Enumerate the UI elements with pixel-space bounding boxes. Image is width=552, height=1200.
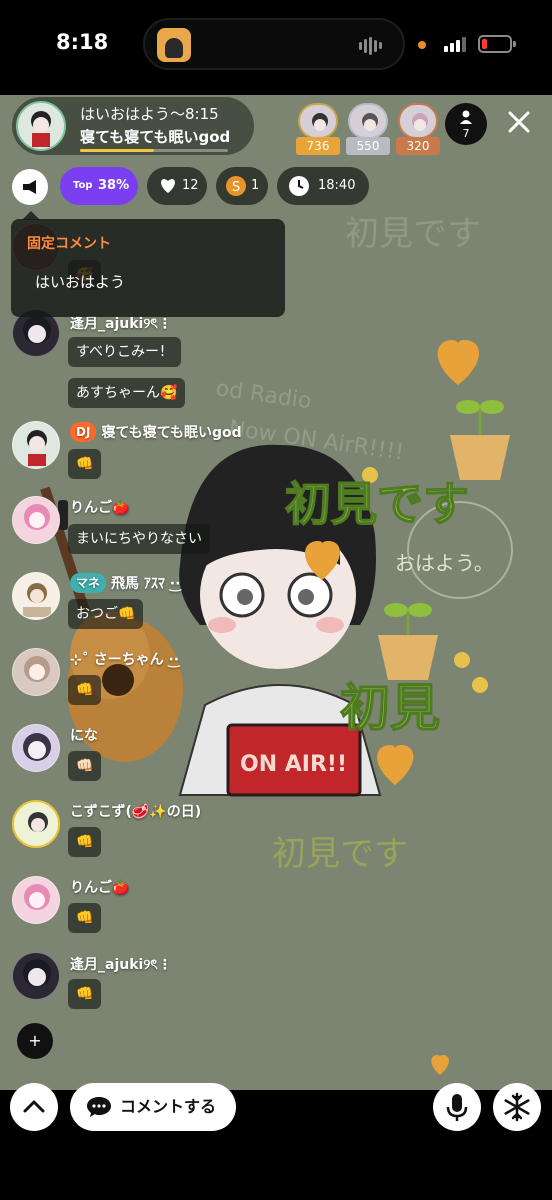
bg-text-center-big: 初見です: [285, 477, 469, 531]
bg-text-center-small: おはよう。: [395, 551, 494, 575]
supporter-score: 736: [296, 137, 340, 155]
supporter-score: 320: [396, 137, 440, 155]
comment-avatar[interactable]: [12, 876, 60, 924]
add-button[interactable]: +: [17, 1023, 53, 1059]
expand-button[interactable]: [10, 1083, 58, 1131]
coins-count: 1: [251, 178, 260, 193]
battery-icon: [478, 35, 512, 53]
comment-message: 👊🏻: [68, 751, 102, 781]
comment-message: すべりこみー！: [68, 337, 182, 367]
plus-icon: +: [28, 1031, 42, 1050]
top-supporter-1[interactable]: 736: [296, 103, 340, 157]
comment-avatar[interactable]: [12, 648, 60, 696]
megaphone-button[interactable]: [12, 169, 48, 205]
stream-timer: 18:40: [318, 178, 356, 193]
comment-message: 👊: [68, 675, 102, 705]
host-info-pill[interactable]: はいおはよう～8:15 寝ても寝ても眠いgod: [12, 97, 254, 155]
bg-text-bottom: 初見です: [272, 834, 408, 874]
microphone-icon: [446, 1094, 468, 1121]
comment-author[interactable]: ⊹˚ さーちゃん ·͜·: [70, 649, 179, 669]
comment-message: あすちゃーん🥰: [68, 378, 186, 408]
comment-message: まいにちやりなさい: [68, 524, 210, 554]
svg-text:S: S: [232, 180, 240, 195]
clock-icon: [289, 176, 309, 196]
supporter-score: 550: [346, 137, 390, 155]
viewer-count: 7: [462, 127, 470, 140]
stream-title: はいおはよう～8:15: [80, 105, 219, 123]
comment-author[interactable]: こずこず(🥩✨の日): [70, 801, 201, 821]
live-stream-area: 初見です od Radio Now ON AirR!!!! ON AIR!! 初…: [0, 95, 552, 1090]
signal-icon: [444, 36, 468, 52]
comment-author-row[interactable]: DJ 寝ても寝ても眠いgod: [70, 422, 242, 442]
chat-bubble-icon: [87, 1097, 111, 1117]
comment-button-label: コメントする: [120, 1097, 217, 1116]
mic-button[interactable]: [433, 1083, 481, 1131]
comment-author: 飛馬 ｱｽﾏ ·͜·: [111, 576, 181, 592]
heart-icon: [161, 179, 175, 193]
dynamic-island[interactable]: [143, 18, 405, 70]
comment-message: 👊: [68, 449, 102, 479]
top-percent: 38%: [98, 178, 130, 193]
likes-chip[interactable]: 12: [147, 167, 207, 205]
dj-badge: DJ: [70, 422, 97, 442]
comment-message: 👊: [68, 903, 102, 933]
comment-message: 👊: [68, 979, 102, 1009]
comment-author[interactable]: にな: [70, 725, 98, 745]
timer-chip[interactable]: 18:40: [277, 167, 369, 205]
status-time: 8:18: [56, 30, 109, 54]
comment-avatar[interactable]: [12, 496, 60, 544]
likes-count: 12: [182, 178, 199, 193]
pinned-comment[interactable]: 固定コメント はいおはよう: [11, 219, 285, 317]
comment-author: 寝ても寝ても眠いgod: [101, 425, 242, 441]
effects-button[interactable]: [493, 1083, 541, 1131]
host-avatar[interactable]: [16, 101, 66, 151]
viewer-count-button[interactable]: 7: [445, 103, 487, 145]
close-icon[interactable]: [504, 107, 534, 137]
on-air-sign-text: ON AIR!!: [240, 752, 347, 777]
coins-chip[interactable]: S 1: [216, 167, 268, 205]
top-rank-chip[interactable]: Top 38%: [60, 167, 138, 205]
megaphone-icon: [23, 180, 36, 194]
comment-author[interactable]: りんご🍅: [70, 497, 129, 517]
host-level-bar: [80, 149, 228, 152]
comment-avatar[interactable]: [12, 952, 60, 1000]
pinned-comment-title: 固定コメント: [27, 236, 111, 252]
manager-badge: マネ: [70, 573, 107, 593]
snowflake-icon: [504, 1092, 530, 1122]
comment-author[interactable]: りんご🍅: [70, 877, 129, 897]
pinned-comment-text: はいおはよう: [35, 273, 126, 291]
comment-button[interactable]: コメントする: [70, 1083, 236, 1131]
chevron-up-icon: [23, 1100, 45, 1113]
plant-pot-2: [378, 603, 438, 680]
bg-text-top: 初見です: [345, 214, 481, 254]
comment-author[interactable]: 逢月_ajuki୨ৎ⋮: [70, 953, 172, 977]
comment-message: おつご👊: [68, 599, 144, 629]
audio-wave-icon: [359, 35, 389, 55]
coin-icon: S: [226, 176, 246, 196]
top-supporter-2[interactable]: 550: [346, 103, 390, 157]
status-bar: 8:18: [0, 0, 552, 95]
comment-message: 👊: [68, 827, 102, 857]
top-label: Top: [73, 180, 93, 191]
top-supporter-3[interactable]: 320: [396, 103, 440, 157]
mic-indicator-dot: [418, 41, 426, 49]
island-app-icon: [157, 28, 191, 62]
comment-avatar[interactable]: [12, 421, 60, 469]
person-icon: [460, 110, 472, 124]
comment-avatar[interactable]: [12, 724, 60, 772]
bg-text-side-big: 初見: [340, 679, 440, 737]
host-name: 寝ても寝ても眠いgod: [80, 128, 231, 146]
comment-author-row[interactable]: マネ 飛馬 ｱｽﾏ ·͜·: [70, 573, 180, 593]
comment-avatar[interactable]: [12, 572, 60, 620]
comment-avatar[interactable]: [12, 800, 60, 848]
